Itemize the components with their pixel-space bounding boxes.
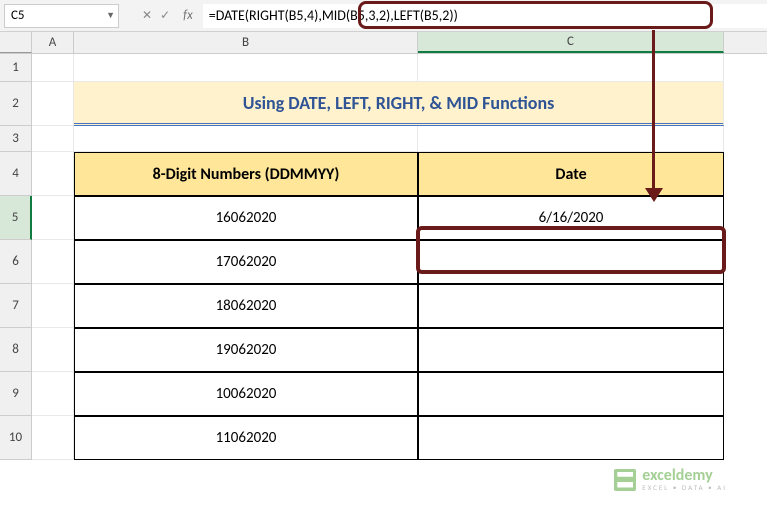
row-header[interactable]: 3 bbox=[0, 126, 32, 152]
table-cell-number[interactable]: 11062020 bbox=[74, 416, 418, 460]
formula-bar: C5 ▼ ✕ ✓ fx =DATE(RIGHT(B5,4),MID(B5,3,2… bbox=[0, 0, 767, 32]
select-all-corner[interactable] bbox=[0, 32, 32, 53]
cell[interactable] bbox=[32, 328, 74, 372]
cell[interactable] bbox=[32, 82, 74, 126]
cell[interactable] bbox=[32, 126, 74, 152]
table-cell-number[interactable]: 16062020 bbox=[74, 196, 418, 240]
column-header-b[interactable]: B bbox=[74, 32, 418, 53]
watermark-tagline: EXCEL • DATA • AI bbox=[642, 484, 727, 491]
cancel-icon[interactable]: ✕ bbox=[139, 8, 155, 23]
table-cell-date[interactable] bbox=[418, 240, 724, 284]
cell[interactable] bbox=[32, 196, 74, 240]
cell[interactable] bbox=[418, 54, 724, 82]
table-header-numbers[interactable]: 8-Digit Numbers (DDMMYY) bbox=[74, 152, 418, 196]
row-header[interactable]: 8 bbox=[0, 328, 32, 372]
watermark: exceldemy EXCEL • DATA • AI bbox=[614, 468, 727, 491]
table-header-date[interactable]: Date bbox=[418, 152, 724, 196]
name-box[interactable]: C5 ▼ bbox=[4, 4, 119, 28]
row-header[interactable]: 9 bbox=[0, 372, 32, 416]
cell[interactable] bbox=[74, 54, 418, 82]
formula-text: =DATE(RIGHT(B5,4),MID(B5,3,2),LEFT(B5,2)… bbox=[209, 7, 458, 24]
confirm-icon[interactable]: ✓ bbox=[157, 8, 173, 23]
chevron-down-icon[interactable]: ▼ bbox=[106, 10, 115, 21]
table-cell-date[interactable] bbox=[418, 284, 724, 328]
row-header[interactable]: 10 bbox=[0, 416, 32, 460]
cell[interactable] bbox=[32, 284, 74, 328]
cell[interactable] bbox=[32, 54, 74, 82]
logo-icon bbox=[614, 469, 636, 491]
column-header-a[interactable]: A bbox=[32, 32, 74, 53]
cell[interactable] bbox=[32, 416, 74, 460]
row-header[interactable]: 4 bbox=[0, 152, 32, 196]
row-header[interactable]: 5 bbox=[0, 196, 32, 240]
cell[interactable] bbox=[32, 240, 74, 284]
row-header[interactable]: 6 bbox=[0, 240, 32, 284]
table-cell-number[interactable]: 18062020 bbox=[74, 284, 418, 328]
row-header[interactable]: 7 bbox=[0, 284, 32, 328]
table-cell-number[interactable]: 10062020 bbox=[74, 372, 418, 416]
name-box-value: C5 bbox=[11, 8, 25, 23]
table-cell-number[interactable]: 19062020 bbox=[74, 328, 418, 372]
spreadsheet-grid: A B C 1 2 Using DATE, LEFT, RIGHT, & MID… bbox=[0, 32, 767, 460]
table-cell-date[interactable] bbox=[418, 328, 724, 372]
row-header[interactable]: 2 bbox=[0, 82, 32, 126]
table-cell-date[interactable] bbox=[418, 372, 724, 416]
cell[interactable] bbox=[418, 126, 724, 152]
watermark-text: exceldemy bbox=[642, 468, 727, 484]
table-cell-date[interactable] bbox=[418, 416, 724, 460]
cell[interactable] bbox=[74, 126, 418, 152]
table-cell-number[interactable]: 17062020 bbox=[74, 240, 418, 284]
fx-icon[interactable]: fx bbox=[183, 8, 193, 23]
cell[interactable] bbox=[32, 152, 74, 196]
table-cell-date[interactable]: 6/16/2020 bbox=[418, 196, 724, 240]
row-header[interactable]: 1 bbox=[0, 54, 32, 82]
title-cell[interactable]: Using DATE, LEFT, RIGHT, & MID Functions bbox=[74, 82, 724, 126]
column-header-c[interactable]: C bbox=[418, 32, 724, 53]
formula-input[interactable]: =DATE(RIGHT(B5,4),MID(B5,3,2),LEFT(B5,2)… bbox=[203, 4, 767, 28]
cell[interactable] bbox=[32, 372, 74, 416]
